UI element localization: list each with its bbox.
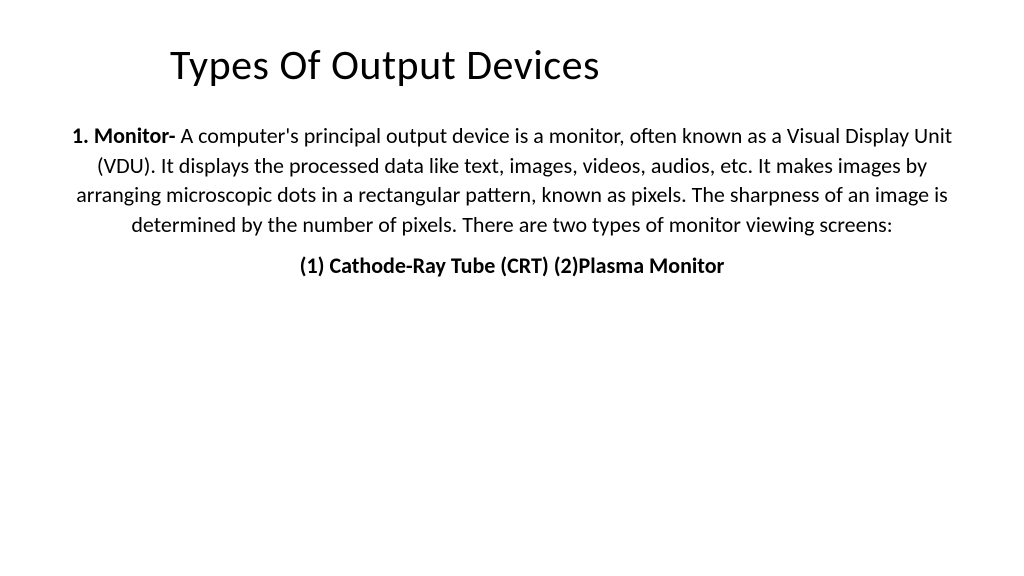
- subtypes-line: (1) Cathode-Ray Tube (CRT) (2)Plasma Mon…: [70, 252, 954, 279]
- body-paragraph: 1. Monitor- A computer's principal outpu…: [70, 121, 954, 240]
- slide-title: Types Of Output Devices: [170, 40, 954, 91]
- body-content: A computer's principal output device is …: [76, 122, 952, 238]
- body-lead: 1. Monitor-: [72, 122, 181, 149]
